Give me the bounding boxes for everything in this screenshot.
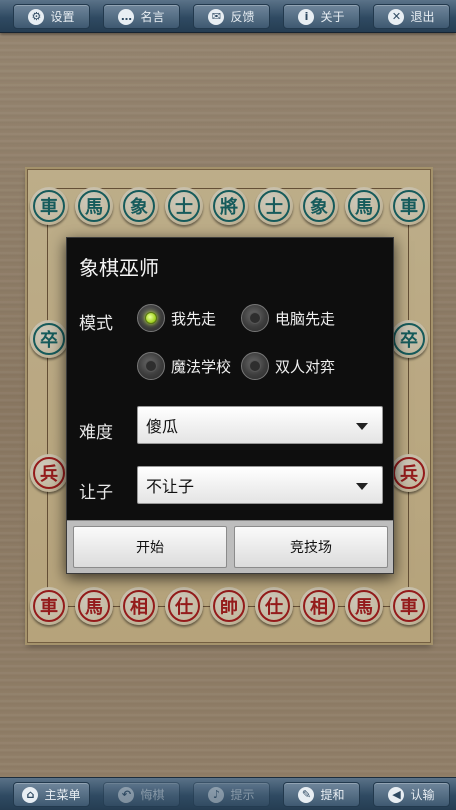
difficulty-select[interactable]: 傻瓜 — [137, 406, 383, 444]
bottom-toolbar: ⌂ 主菜单 ↶ 悔棋 ♪ 提示 ✎ 提和 ◀ 认输 — [0, 777, 456, 810]
undo-icon: ↶ — [118, 786, 135, 803]
dialog-title: 象棋巫师 — [79, 256, 159, 280]
undo-label: 悔棋 — [140, 788, 165, 802]
settings-label: 设置 — [50, 10, 75, 24]
mode-option-computer-first[interactable]: 电脑先走 — [241, 304, 335, 332]
mode-option-label: 双人对弈 — [275, 357, 336, 376]
exit-label: 退出 — [410, 10, 435, 24]
feedback-button[interactable]: ✉ 反馈 — [193, 4, 270, 29]
home-icon: ⌂ — [22, 786, 39, 803]
mode-option-label: 魔法学校 — [171, 357, 232, 376]
mode-label: 模式 — [79, 314, 113, 334]
resign-button[interactable]: ◀ 认输 — [373, 782, 450, 807]
radio-unselected-icon — [241, 304, 269, 332]
undo-button[interactable]: ↶ 悔棋 — [103, 782, 180, 807]
hint-button[interactable]: ♪ 提示 — [193, 782, 270, 807]
difficulty-label: 难度 — [79, 423, 113, 443]
handicap-label: 让子 — [79, 483, 113, 503]
mode-option-player-first[interactable]: 我先走 — [137, 304, 216, 332]
bell-icon: ♪ — [208, 786, 225, 803]
gear-icon: ⚙ — [28, 8, 45, 25]
dialog-footer: 开始 竞技场 — [67, 520, 393, 573]
draw-label: 提和 — [320, 788, 345, 802]
flag-icon: ◀ — [388, 786, 405, 803]
radio-unselected-icon — [241, 352, 269, 380]
about-label: 关于 — [320, 10, 345, 24]
close-icon: ✕ — [388, 8, 405, 25]
quotes-button[interactable]: … 名言 — [103, 4, 180, 29]
feedback-label: 反馈 — [230, 10, 255, 24]
mode-option-label: 电脑先走 — [275, 309, 336, 328]
radio-unselected-icon — [137, 352, 165, 380]
resign-label: 认输 — [410, 788, 435, 802]
difficulty-value: 傻瓜 — [146, 417, 179, 436]
draw-button[interactable]: ✎ 提和 — [283, 782, 360, 807]
dropdown-arrow-icon — [356, 483, 368, 490]
start-button[interactable]: 开始 — [73, 526, 227, 568]
exit-button[interactable]: ✕ 退出 — [373, 4, 450, 29]
hint-label: 提示 — [230, 788, 255, 802]
main-menu-button[interactable]: ⌂ 主菜单 — [13, 782, 90, 807]
handicap-select[interactable]: 不让子 — [137, 466, 383, 504]
arena-button[interactable]: 竞技场 — [234, 526, 388, 568]
mode-option-label: 我先走 — [171, 309, 217, 328]
mail-icon: ✉ — [208, 8, 225, 25]
radio-selected-icon — [137, 304, 165, 332]
info-icon: i — [298, 8, 315, 25]
quotes-label: 名言 — [140, 10, 165, 24]
about-button[interactable]: i 关于 — [283, 4, 360, 29]
new-game-dialog: 象棋巫师 模式 我先走 电脑先走 魔法学校 双人对弈 难度 傻瓜 让子 不让子 … — [66, 237, 394, 574]
mode-option-magic-school[interactable]: 魔法学校 — [137, 352, 231, 380]
handicap-value: 不让子 — [146, 477, 195, 496]
pencil-icon: ✎ — [298, 786, 315, 803]
main-menu-label: 主菜单 — [44, 788, 81, 802]
settings-button[interactable]: ⚙ 设置 — [13, 4, 90, 29]
top-toolbar: ⚙ 设置 … 名言 ✉ 反馈 i 关于 ✕ 退出 — [0, 0, 456, 33]
mode-option-two-player[interactable]: 双人对弈 — [241, 352, 335, 380]
dropdown-arrow-icon — [356, 423, 368, 430]
speech-bubble-icon: … — [118, 8, 135, 25]
